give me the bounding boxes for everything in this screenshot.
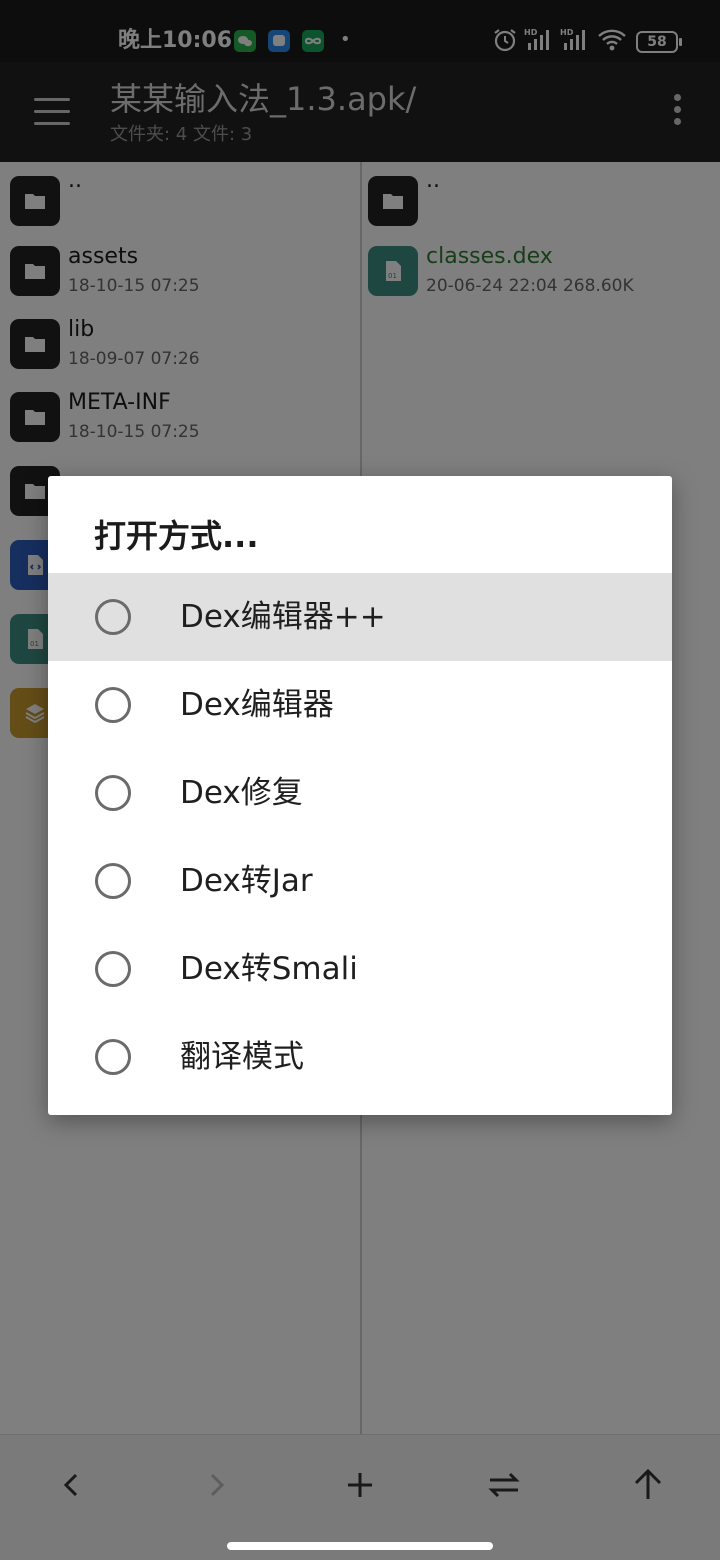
option-label: Dex编辑器	[180, 687, 334, 723]
option-dex-editor[interactable]: Dex编辑器	[48, 661, 672, 749]
option-translate-mode[interactable]: 翻译模式	[48, 1013, 672, 1101]
home-indicator[interactable]	[227, 1542, 493, 1550]
radio-button[interactable]	[95, 951, 131, 987]
radio-button[interactable]	[95, 775, 131, 811]
option-dex-to-smali[interactable]: Dex转Smali	[48, 925, 672, 1013]
option-label: Dex修复	[180, 775, 303, 811]
option-label: Dex转Jar	[180, 863, 313, 899]
dialog-title: 打开方式...	[94, 517, 259, 555]
option-label: Dex转Smali	[180, 951, 358, 987]
radio-button[interactable]	[95, 1039, 131, 1075]
option-dex-editor-plus[interactable]: Dex编辑器++	[48, 573, 672, 661]
radio-button[interactable]	[95, 687, 131, 723]
option-label: Dex编辑器++	[180, 599, 386, 635]
option-dex-to-jar[interactable]: Dex转Jar	[48, 837, 672, 925]
radio-button[interactable]	[95, 863, 131, 899]
option-dex-repair[interactable]: Dex修复	[48, 749, 672, 837]
open-with-dialog: 打开方式... Dex编辑器++ Dex编辑器 Dex修复 Dex转Jar De…	[48, 476, 672, 1115]
radio-button[interactable]	[95, 599, 131, 635]
option-label: 翻译模式	[180, 1039, 304, 1075]
